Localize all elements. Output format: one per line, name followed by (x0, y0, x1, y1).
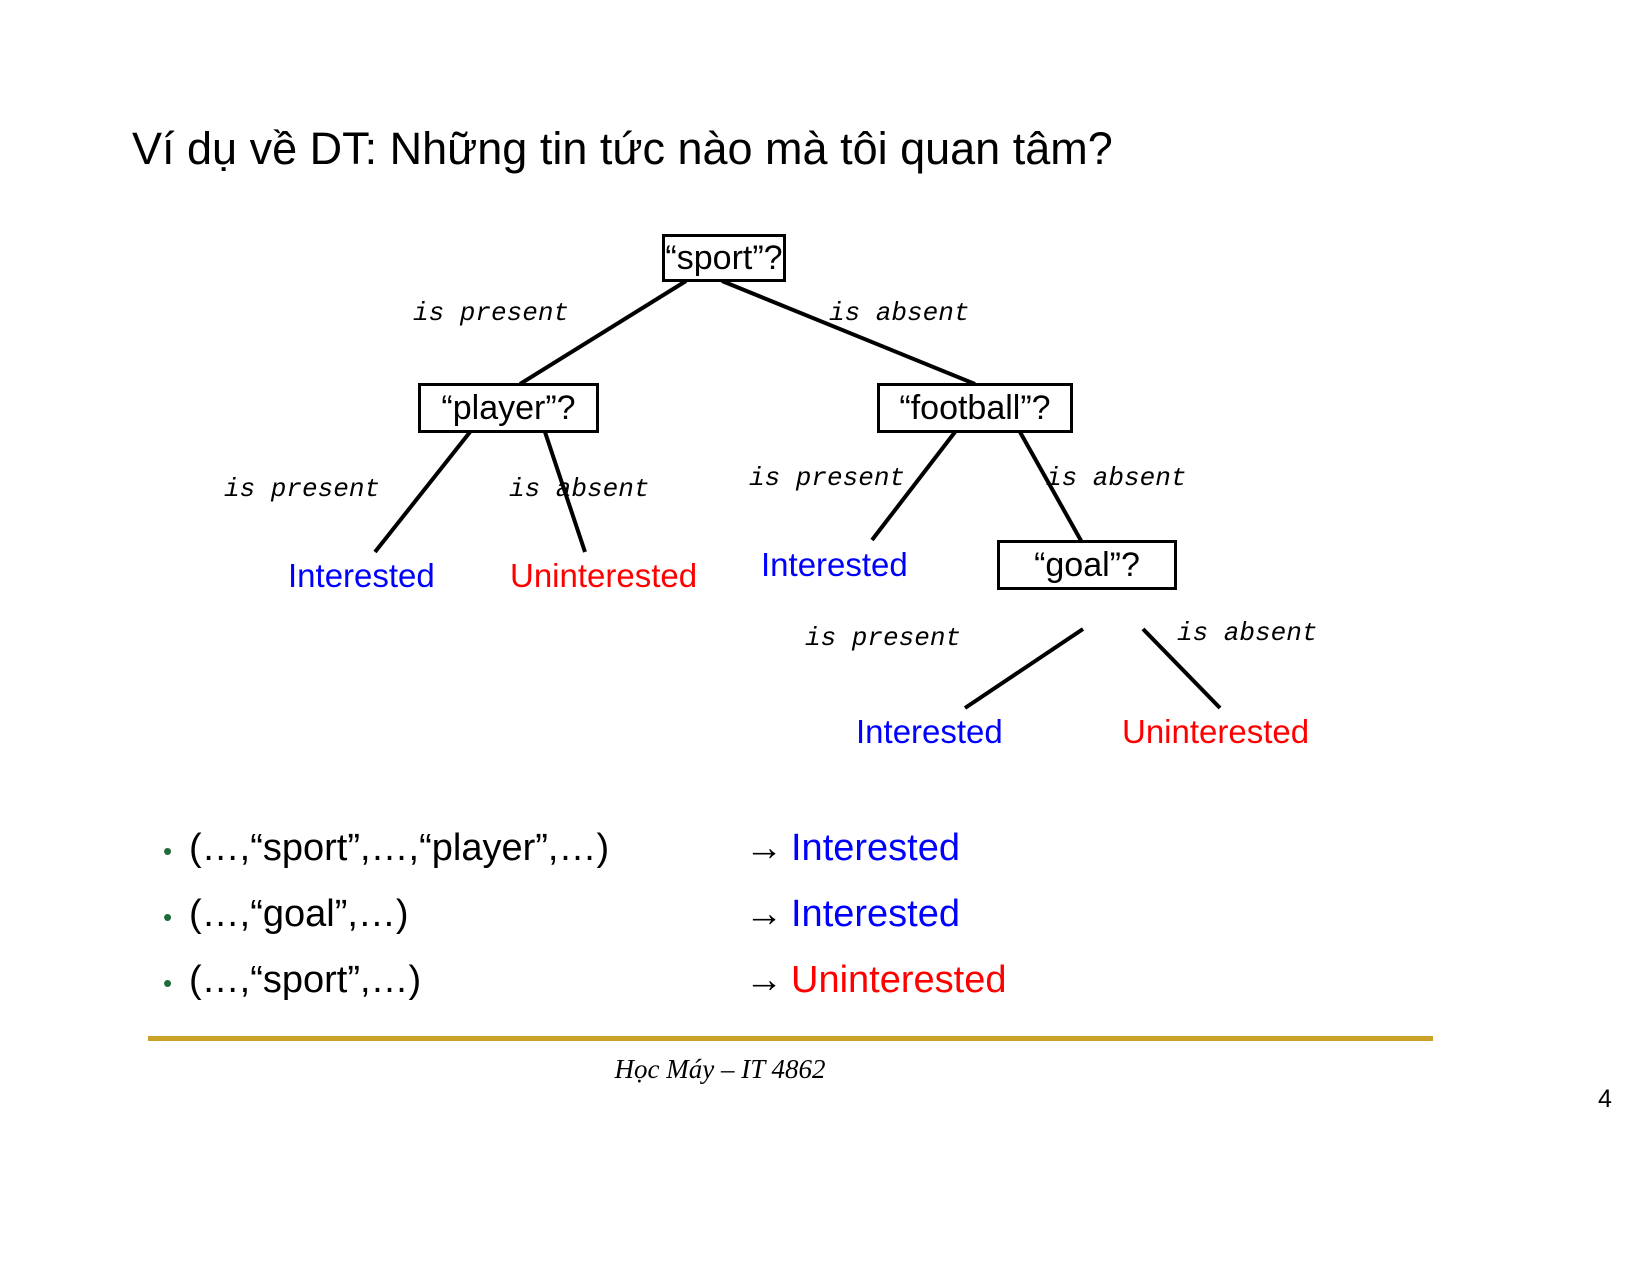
slide-canvas: Ví dụ về DT: Những tin tức nào mà tôi qu… (0, 0, 1649, 1274)
tree-leaf-player-present: Interested (288, 557, 435, 594)
page-title: Ví dụ về DT: Những tin tức nào mà tôi qu… (132, 123, 1113, 174)
page-number: 4 (1598, 1085, 1612, 1113)
tree-leaf-football-present: Interested (761, 546, 908, 583)
edge-label-player-is-present: is present (224, 474, 381, 504)
example-pattern: (…,“sport”,…) (189, 959, 422, 1001)
edge-label-goal-is-absent: is absent (1177, 618, 1318, 648)
examples-list: • (…,“sport”,…,“player”,…) → Interested … (163, 827, 1413, 1025)
example-result: Interested (791, 893, 960, 935)
edge-label-football-is-absent: is absent (1046, 463, 1187, 493)
edge-label-player-is-absent: is absent (509, 474, 650, 504)
arrow-icon: → (745, 959, 783, 1001)
tree-node-player[interactable]: “player”? (418, 383, 599, 433)
tree-node-goal[interactable]: “goal”? (997, 540, 1177, 590)
list-item: • (…,“goal”,…) → Interested (163, 893, 1413, 959)
tree-leaf-player-absent: Uninterested (510, 557, 698, 594)
tree-node-football[interactable]: “football”? (877, 383, 1073, 433)
arrow-icon: → (745, 827, 783, 869)
footer-course-label: Học Máy – IT 4862 (614, 1054, 826, 1084)
tree-node-sport[interactable]: “sport”? (662, 234, 786, 282)
example-result: Interested (791, 827, 960, 869)
example-pattern: (…,“sport”,…,“player”,…) (189, 827, 610, 869)
bullet-icon: • (163, 968, 173, 998)
arrow-icon: → (745, 893, 783, 935)
edge-label-root-is-present: is present (413, 298, 570, 328)
tree-leaf-goal-present: Interested (856, 713, 1003, 750)
list-item: • (…,“sport”,…) → Uninterested (163, 959, 1413, 1025)
bullet-icon: • (163, 836, 173, 866)
list-item: • (…,“sport”,…,“player”,…) → Interested (163, 827, 1413, 893)
footer-divider (148, 1036, 1433, 1041)
bullet-icon: • (163, 902, 173, 932)
edge-label-root-is-absent: is absent (829, 298, 970, 328)
edge-label-football-is-present: is present (749, 463, 906, 493)
edge-label-goal-is-present: is present (805, 623, 962, 653)
example-pattern: (…,“goal”,…) (189, 893, 409, 935)
tree-leaf-goal-absent: Uninterested (1122, 713, 1310, 750)
example-result: Uninterested (791, 959, 1007, 1001)
